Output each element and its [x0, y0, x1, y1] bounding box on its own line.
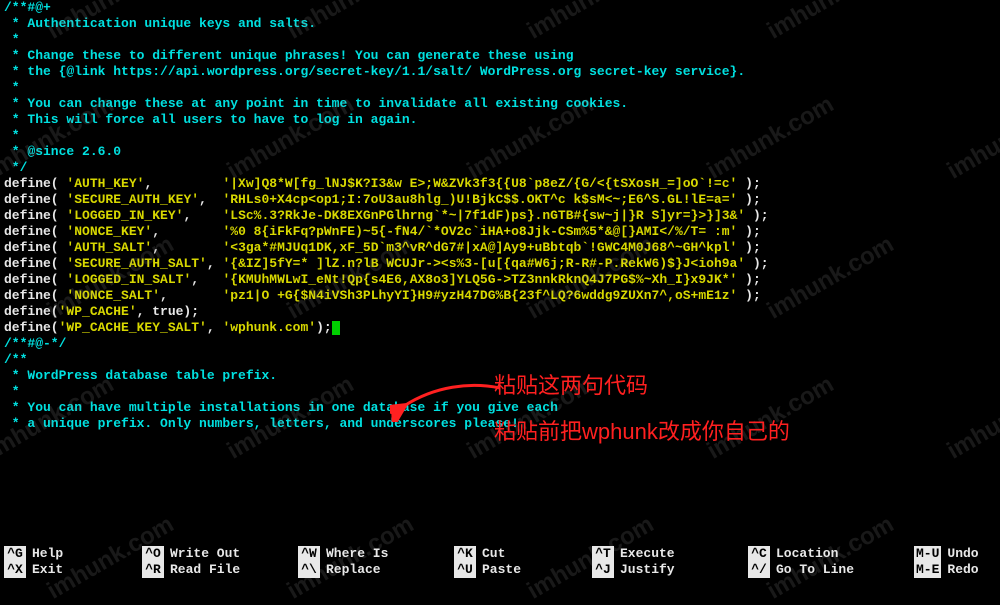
code-line: /**#@-*/ — [4, 336, 996, 352]
code-line: * This will force all users to have to l… — [4, 112, 996, 128]
code-line: * — [4, 128, 996, 144]
help-label: Paste — [482, 562, 521, 578]
help-shortcut: ^U Paste — [454, 562, 588, 578]
annotation-text-2: 粘贴前把wphunk改成你自己的 — [494, 424, 790, 440]
help-shortcut: ^\ Replace — [298, 562, 450, 578]
help-key: ^G — [4, 546, 26, 562]
help-key: ^U — [454, 562, 476, 578]
help-label: Justify — [620, 562, 675, 578]
help-label: Cut — [482, 546, 505, 562]
code-line: * Change these to different unique phras… — [4, 48, 996, 64]
code-line: */ — [4, 160, 996, 176]
help-shortcut: ^T Execute — [592, 546, 744, 562]
help-key: ^R — [142, 562, 164, 578]
help-label: Write Out — [170, 546, 240, 562]
code-line: define('WP_CACHE_KEY_SALT', 'wphunk.com'… — [4, 320, 996, 336]
code-line: define( 'NONCE_KEY', '%0 8{iFkFq?pWnFE)~… — [4, 224, 996, 240]
help-key: ^W — [298, 546, 320, 562]
code-line: * — [4, 32, 996, 48]
code-line: define( 'SECURE_AUTH_SALT', '{&IZ]5fY=* … — [4, 256, 996, 272]
help-key: ^T — [592, 546, 614, 562]
help-label: Execute — [620, 546, 675, 562]
help-shortcut: ^/ Go To Line — [748, 562, 910, 578]
code-line: * You can change these at any point in t… — [4, 96, 996, 112]
annotation-text-1: 粘贴这两句代码 — [494, 378, 648, 394]
help-shortcut: ^C Location — [748, 546, 910, 562]
help-key: ^\ — [298, 562, 320, 578]
code-line: define('WP_CACHE', true); — [4, 304, 996, 320]
code-line: * the {@link https://api.wordpress.org/s… — [4, 64, 996, 80]
help-key: ^X — [4, 562, 26, 578]
help-shortcut: ^O Write Out — [142, 546, 294, 562]
code-line: /** — [4, 352, 996, 368]
code-line: * — [4, 80, 996, 96]
help-shortcut: ^W Where Is — [298, 546, 450, 562]
help-key: ^C — [748, 546, 770, 562]
code-line: define( 'AUTH_KEY', '|Xw]Q8*W[fg_lNJ$K?I… — [4, 176, 996, 192]
help-key: M-U — [914, 546, 941, 562]
help-label: Exit — [32, 562, 63, 578]
help-label: Location — [776, 546, 838, 562]
help-label: Undo — [947, 546, 978, 562]
help-shortcut: ^K Cut — [454, 546, 588, 562]
help-key: ^K — [454, 546, 476, 562]
help-label: Replace — [326, 562, 381, 578]
nano-help-bar: ^G Help ^O Write Out ^W Where Is ^K Cut ^T Execut… — [0, 546, 1000, 580]
code-line: define( 'SECURE_AUTH_KEY', 'RHLs0+X4cp<o… — [4, 192, 996, 208]
help-key: M-E — [914, 562, 941, 578]
code-line: * You can have multiple installations in… — [4, 400, 996, 416]
help-key: ^/ — [748, 562, 770, 578]
help-shortcut: M-E Redo — [914, 562, 1000, 578]
help-label: Redo — [947, 562, 978, 578]
help-shortcut: ^X Exit — [4, 562, 138, 578]
cursor — [332, 321, 340, 335]
help-label: Where Is — [326, 546, 388, 562]
editor-pane[interactable]: /**#@+ * Authentication unique keys and … — [0, 0, 1000, 432]
help-label: Help — [32, 546, 63, 562]
help-key: ^O — [142, 546, 164, 562]
code-line: define( 'LOGGED_IN_SALT', '{KMUhMWLwI_eN… — [4, 272, 996, 288]
code-line: * @since 2.6.0 — [4, 144, 996, 160]
help-label: Read File — [170, 562, 240, 578]
code-line: * Authentication unique keys and salts. — [4, 16, 996, 32]
code-line: /**#@+ — [4, 0, 996, 16]
help-shortcut: ^J Justify — [592, 562, 744, 578]
code-line: define( 'NONCE_SALT', 'pz1|O +G{$N4iVSh3… — [4, 288, 996, 304]
help-label: Go To Line — [776, 562, 854, 578]
help-shortcut: M-U Undo — [914, 546, 1000, 562]
help-shortcut: ^G Help — [4, 546, 138, 562]
help-shortcut: ^R Read File — [142, 562, 294, 578]
code-line: define( 'AUTH_SALT', '<3ga*#MJUq1DK,xF_5… — [4, 240, 996, 256]
code-line: define( 'LOGGED_IN_KEY', 'LSc%.3?RkJe-DK… — [4, 208, 996, 224]
help-key: ^J — [592, 562, 614, 578]
